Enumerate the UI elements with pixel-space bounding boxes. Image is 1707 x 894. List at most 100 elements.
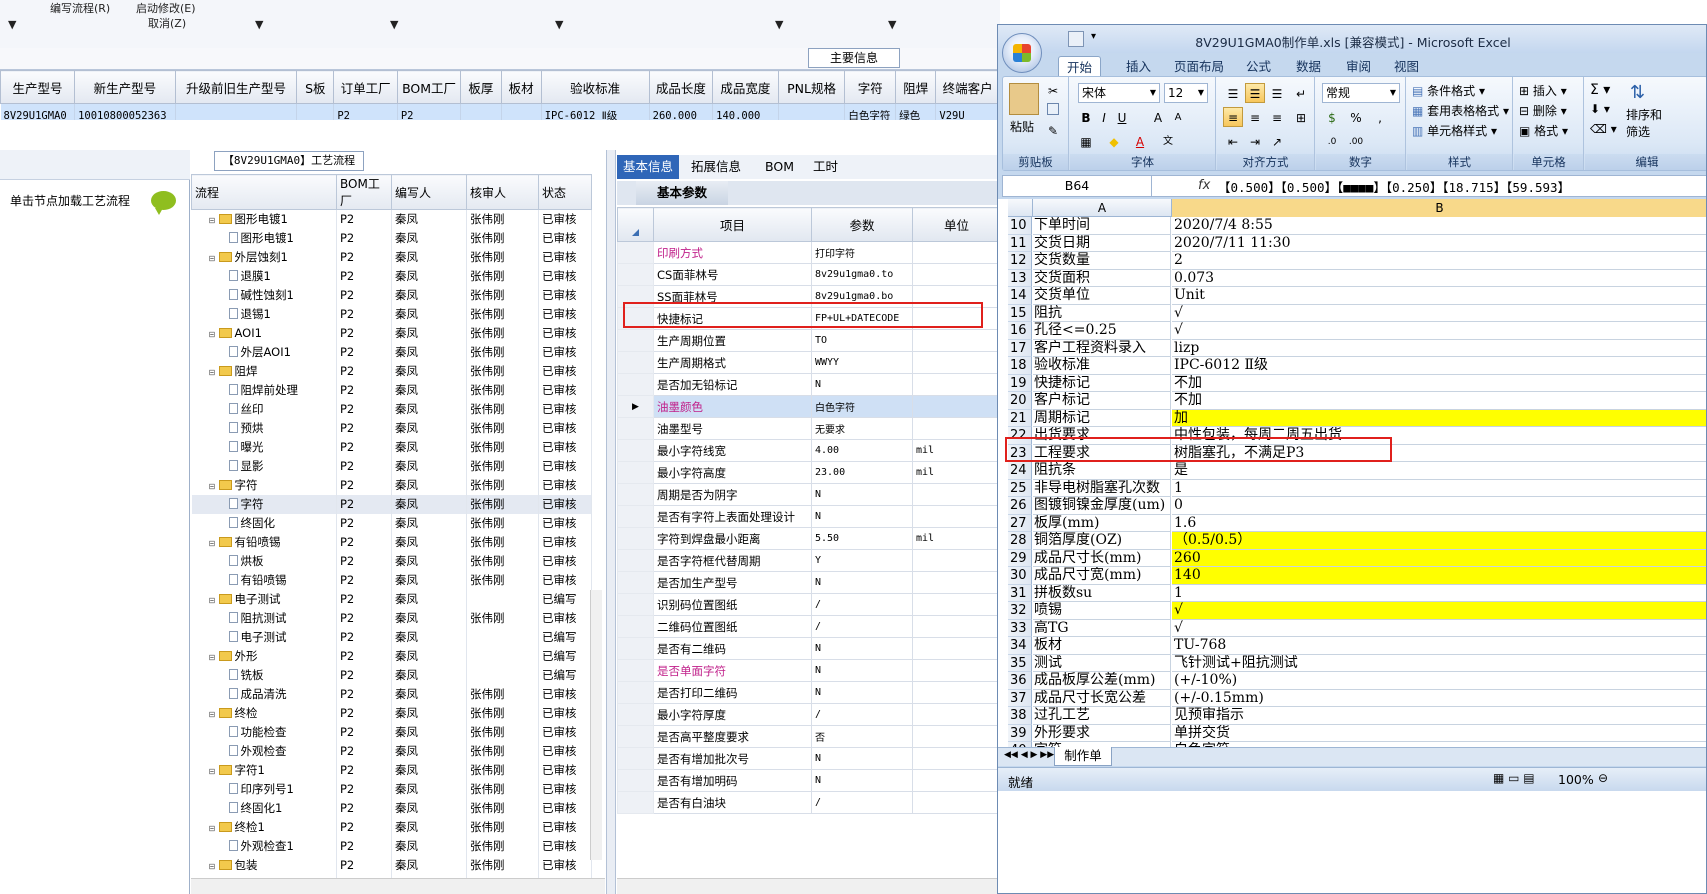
param-value[interactable]: 5.50 <box>811 527 913 550</box>
row-indicator[interactable] <box>617 527 654 550</box>
param-value[interactable]: TO <box>811 329 913 352</box>
param-value[interactable]: 白色字符 <box>811 395 913 418</box>
param-value[interactable]: WWYY <box>811 351 913 374</box>
flow-node-name[interactable]: ⊟ AOI1 <box>191 323 337 343</box>
percent-icon[interactable]: % <box>1346 107 1366 127</box>
cell-b[interactable]: (+/-0.15mm) <box>1172 690 1706 707</box>
flow-col-header[interactable]: 流程 <box>191 174 337 210</box>
flow-node[interactable]: 烘板 P2 秦凤 张伟刚 已审核 <box>191 551 592 571</box>
grow-font-button[interactable]: A <box>1148 107 1168 127</box>
flow-node-name[interactable]: 图形电镀1 <box>191 228 337 248</box>
tab-page-layout[interactable]: 页面布局 <box>1166 56 1232 77</box>
align-middle-icon[interactable]: ☰ <box>1245 83 1265 103</box>
row-number[interactable]: 30 <box>1008 567 1032 585</box>
param-row[interactable]: 生产周期格式 WWYY <box>617 351 1001 374</box>
param-row[interactable]: 是否有白油块 / <box>617 791 1001 814</box>
flow-col-header[interactable]: 编写人 <box>391 174 467 210</box>
param-value[interactable]: / <box>811 615 913 638</box>
param-row[interactable]: 是否高平整度要求否 <box>617 725 1001 748</box>
copy-icon[interactable] <box>1047 103 1059 115</box>
sort-filter-button[interactable]: 排序和 筛选 <box>1625 105 1663 141</box>
cell-styles-button[interactable]: ▥ 单元格样式 ▾ <box>1411 121 1498 140</box>
horizontal-scrollbar[interactable] <box>191 878 605 894</box>
row-indicator[interactable] <box>617 549 654 572</box>
cell-b[interactable]: 见预审指示 <box>1172 707 1706 725</box>
order-col-header[interactable]: 验收标准 <box>540 70 650 104</box>
row-indicator[interactable]: ▶ <box>617 395 654 418</box>
row-indicator[interactable] <box>617 615 654 638</box>
order-col-header[interactable]: 终端客户 <box>935 70 1000 104</box>
cell-a[interactable]: 外形要求 <box>1033 724 1171 742</box>
flow-node[interactable]: ⊟ 字符1 P2 秦凤 张伟刚 已审核 <box>191 760 592 780</box>
param-row[interactable]: 是否有增加明码 N <box>617 769 1001 792</box>
horizontal-scrollbar[interactable] <box>617 878 1000 894</box>
flow-node[interactable]: 丝印 P2 秦凤 张伟刚 已审核 <box>191 399 592 419</box>
cell-b[interactable]: 1 <box>1172 480 1706 497</box>
align-left-icon[interactable]: ≡ <box>1223 107 1243 127</box>
param-value[interactable]: / <box>811 593 913 616</box>
flow-col-header[interactable]: 状态 <box>538 174 592 210</box>
dropdown-arrow-icon[interactable]: ▼ <box>255 18 263 31</box>
font-color-icon[interactable]: A <box>1130 131 1150 151</box>
cell-b[interactable]: 1.6 <box>1172 515 1706 532</box>
param-row[interactable]: 是否有二维码 N <box>617 637 1001 660</box>
collapse-icon[interactable]: ⊟ <box>209 824 219 833</box>
row-indicator[interactable] <box>617 461 654 484</box>
paste-button[interactable]: 粘贴 <box>1009 117 1035 136</box>
row-number[interactable]: 16 <box>1008 322 1032 340</box>
row-number[interactable]: 18 <box>1008 357 1032 375</box>
sheet-tab[interactable]: 制作单 <box>1054 747 1112 766</box>
cell-b[interactable]: 是 <box>1172 462 1706 480</box>
param-row[interactable]: 是否字符框代替周期 Y <box>617 549 1001 572</box>
flow-node[interactable]: 碱性蚀刻1 P2 秦凤 张伟刚 已审核 <box>191 285 592 305</box>
function-icon[interactable]: fx <box>1198 178 1210 193</box>
flow-node-name[interactable]: 外观检查1 <box>191 836 337 856</box>
flow-node-name[interactable]: ⊟ 有铅喷锡 <box>191 532 337 552</box>
name-box[interactable]: B64 <box>1002 175 1152 197</box>
currency-icon[interactable]: $ <box>1322 107 1342 127</box>
flow-node[interactable]: 曝光 P2 秦凤 张伟刚 已审核 <box>191 437 592 457</box>
param-row[interactable]: 识别码位置图纸 / <box>617 593 1001 616</box>
flow-node-name[interactable]: 成品清洗 <box>191 684 337 704</box>
flow-node-name[interactable]: 铣板 <box>191 665 337 685</box>
collapse-icon[interactable]: ⊟ <box>209 482 219 491</box>
param-value[interactable]: 打印字符 <box>811 241 913 264</box>
row-indicator[interactable] <box>617 373 654 396</box>
collapse-icon[interactable]: ⊟ <box>209 539 219 548</box>
flow-node-name[interactable]: 终固化1 <box>191 798 337 818</box>
flow-node-name[interactable]: ⊟ 图形电镀1 <box>191 209 337 229</box>
flow-node-name[interactable]: ⊟ 电子测试 <box>191 589 337 609</box>
conditional-format-button[interactable]: ▤ 条件格式 ▾ <box>1411 81 1486 100</box>
param-row[interactable]: 是否打印二维码 N <box>617 681 1001 704</box>
cell-b[interactable]: (+/-10%) <box>1172 672 1706 690</box>
flow-node-name[interactable]: 显影 <box>191 456 337 476</box>
row-indicator[interactable] <box>617 747 654 770</box>
row-number[interactable]: 14 <box>1008 287 1032 305</box>
row-number[interactable]: 20 <box>1008 392 1032 410</box>
cell-b[interactable]: lizp <box>1172 340 1706 357</box>
cell-b[interactable]: 不加 <box>1172 392 1706 410</box>
row-number[interactable]: 39 <box>1008 724 1032 742</box>
row-indicator[interactable] <box>617 241 654 264</box>
row-indicator[interactable] <box>617 725 654 748</box>
dropdown-arrow-icon[interactable]: ▼ <box>390 18 398 31</box>
sum-icon[interactable]: Σ ▾ <box>1589 81 1611 99</box>
param-row[interactable]: 最小字符高度 23.00 mil <box>617 461 1001 484</box>
flow-node-name[interactable]: ⊟ 终检 <box>191 703 337 723</box>
row-number[interactable]: 29 <box>1008 549 1032 567</box>
flow-node[interactable]: 铣板 P2 秦凤 已编写 <box>191 665 592 685</box>
row-number[interactable]: 37 <box>1008 689 1032 707</box>
param-row[interactable]: 是否加无铅标记 N <box>617 373 1001 396</box>
flow-node[interactable]: 印序列号1 P2 秦凤 张伟刚 已审核 <box>191 779 592 799</box>
tab-review[interactable]: 审阅 <box>1338 56 1379 77</box>
flow-node[interactable]: 外层AOI1 P2 秦凤 张伟刚 已审核 <box>191 342 592 362</box>
font-name-combo[interactable]: 宋体 ▼ <box>1078 83 1160 103</box>
row-number[interactable]: 35 <box>1008 654 1032 672</box>
row-number[interactable]: 33 <box>1008 619 1032 637</box>
wrap-text-icon[interactable]: ↵ <box>1291 83 1311 103</box>
cell-a[interactable]: 交货面积 <box>1033 269 1171 287</box>
menu-start-modify[interactable]: 启动修改(E) <box>136 0 196 16</box>
param-row[interactable]: CS面菲林号 8v29u1gma0.to <box>617 263 1001 286</box>
cell-b[interactable]: 140 <box>1172 567 1706 585</box>
align-right-icon[interactable]: ≡ <box>1267 107 1287 127</box>
